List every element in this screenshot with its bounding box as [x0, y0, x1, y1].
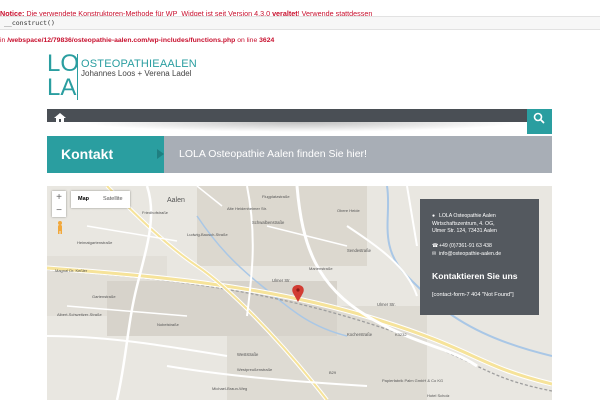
- map-label-garten: Gartenstraße: [92, 294, 116, 299]
- code-box: __construct(): [0, 16, 600, 30]
- page-title-box: Kontakt: [47, 136, 164, 173]
- phone-icon: ☎: [432, 243, 439, 250]
- contact-form-error: [contact-form-7 404 "Not Found"]: [432, 292, 514, 298]
- zoom-out-button[interactable]: −: [52, 204, 66, 217]
- page-subtitle-box: LOLA Osteopathie Aalen finden Sie hier!: [164, 136, 552, 173]
- map-label-heimatgarten: Heimatgartenstraße: [77, 240, 113, 245]
- pegman-icon[interactable]: [55, 220, 65, 234]
- map-type-map-button[interactable]: Map: [71, 191, 96, 208]
- envelope-icon: ✉: [432, 250, 437, 257]
- map-label-ulmer-str-2: Ulmer Str.: [377, 302, 396, 307]
- map-label-ludwig: Ludwig-Bausch-Straße: [187, 232, 228, 237]
- zoom-control: + −: [52, 191, 66, 217]
- map-label-marienstrasse: Marienstraße: [309, 266, 333, 271]
- contact-heading: Kontaktieren Sie uns: [432, 271, 518, 281]
- code-snippet: __construct(): [4, 19, 55, 27]
- info-email-row: ✉ info@osteopathie-aalen.de: [432, 251, 532, 259]
- logo-divider: [77, 54, 78, 100]
- line-text: on line: [235, 37, 260, 44]
- map-label-friedhof: Friedhofstraße: [142, 210, 169, 215]
- map-label-westpreussen: Westpreußenstraße: [237, 367, 273, 372]
- info-address-2: Ulmer Str. 124, 73431 Aalen: [432, 228, 497, 235]
- map-label-papierfabrik: Papierfabrik Palm GmbH & Co KG: [382, 378, 443, 383]
- map-label-k3232: K3232: [395, 332, 407, 337]
- main-nav: [47, 109, 527, 122]
- search-button[interactable]: [527, 109, 552, 134]
- info-address-1: Wirtschaftszentrum, 4. OG,: [432, 220, 495, 227]
- info-name-row: ● LOLA Osteopathie Aalen: [432, 213, 532, 221]
- map-label-hotel: Hotel Scholz: [427, 393, 449, 398]
- logo-mark-bottom: LA: [47, 74, 77, 101]
- map-label-b29: B29: [329, 370, 337, 375]
- file-path: /webspace/12/79836/osteopathie-aalen.com…: [7, 37, 236, 44]
- info-name: LOLA Osteopathie Aalen: [439, 213, 496, 219]
- info-phone-row: ☎+49 (0)7361-91 63 438: [432, 243, 532, 251]
- map-label-flugplatz: Flugplatzstraße: [262, 194, 290, 199]
- line-number: 3624: [259, 37, 275, 44]
- logo-mark: LO LA: [47, 50, 80, 101]
- map-label-kocherstrasse: Kocherstraße: [347, 332, 373, 337]
- site-logo[interactable]: LO LA OSTEOPATHIEAALEN Johannes Loos + V…: [47, 50, 207, 103]
- map-label-alte-heidenheimer: Alte Heidenheimer Str.: [227, 206, 267, 211]
- map-type-control: Map Satellite: [71, 191, 130, 208]
- map-type-satellite-button[interactable]: Satellite: [96, 191, 130, 208]
- map-label-nobel: Nobelstraße: [157, 322, 180, 327]
- contact-info-box: ● LOLA Osteopathie Aalen Wirtschaftszentr…: [420, 199, 539, 315]
- address-block: ● LOLA Osteopathie Aalen Wirtschaftszentr…: [432, 213, 532, 259]
- map-label-schwalbenstrasse: Schwalbenstraße: [252, 220, 285, 225]
- page-subtitle: LOLA Osteopathie Aalen finden Sie hier!: [179, 148, 367, 160]
- map-label-dr-kessler: Magnal Dr. Keßler: [55, 268, 88, 273]
- map-label-michael: Michael-Braun-Weg: [212, 386, 247, 391]
- map-label-sendestrasse: Sendestraße: [347, 248, 372, 253]
- logo-names: Johannes Loos + Verena Ladel: [81, 69, 192, 78]
- map-label-obere-heide: Obere Heide: [337, 208, 360, 213]
- map-label-albert: Albert-Schweitzer-Straße: [57, 312, 102, 317]
- notice-path-line: in /webspace/12/79836/osteopathie-aalen.…: [0, 37, 274, 44]
- nav-shadow: [80, 122, 520, 132]
- home-icon[interactable]: [53, 110, 67, 122]
- map-label-weststrasse: Weststraße: [237, 352, 259, 357]
- search-icon: [533, 112, 545, 124]
- zoom-in-button[interactable]: +: [52, 191, 66, 204]
- info-phone[interactable]: +49 (0)7361-91 63 438: [439, 243, 492, 249]
- map-label-aalen: Aalen: [167, 197, 185, 204]
- map-marker-icon: ●: [432, 213, 436, 219]
- page-title: Kontakt: [61, 146, 114, 162]
- info-email[interactable]: info@osteopathie-aalen.de: [439, 251, 501, 257]
- map-label-ulmer-str-1: Ulmer Str.: [272, 278, 291, 283]
- logo-mark-top: LO: [47, 50, 80, 77]
- title-arrow: [157, 149, 164, 159]
